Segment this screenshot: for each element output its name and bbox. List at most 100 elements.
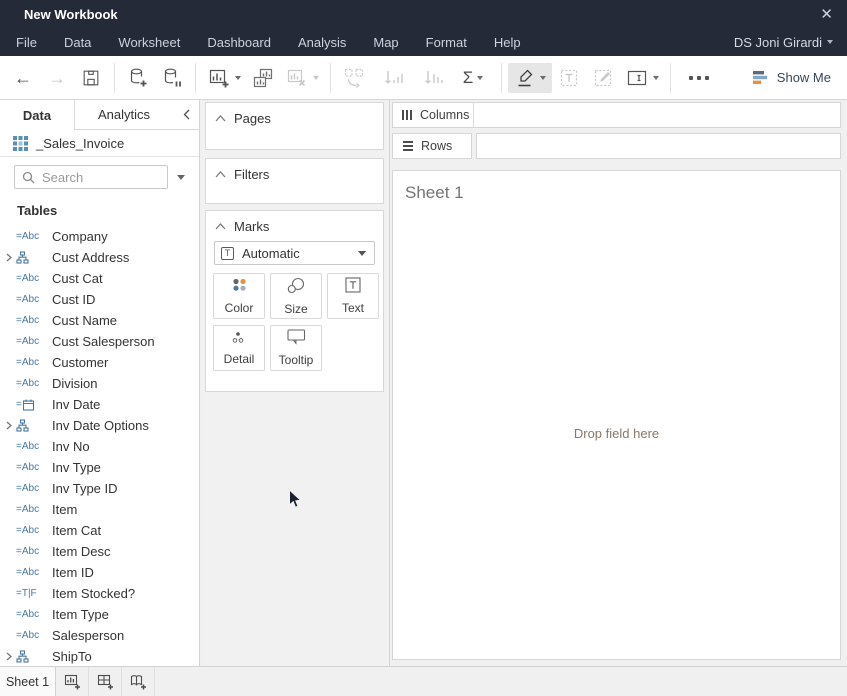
search-options-caret-icon[interactable] — [177, 175, 185, 180]
calc-string-icon: =Abc — [16, 294, 44, 305]
mark-type-dropdown[interactable]: T Automatic — [214, 241, 375, 265]
field-label: Company — [52, 229, 108, 244]
ellipsis-icon — [689, 76, 709, 80]
pause-updates-button[interactable] — [155, 63, 189, 93]
duplicate-button[interactable] — [246, 63, 280, 93]
field-cust-salesperson[interactable]: =AbcCust Salesperson — [0, 331, 199, 352]
more-options-button[interactable] — [677, 63, 721, 93]
totals-button[interactable]: Σ — [451, 63, 495, 93]
mark-button-label: Size — [284, 302, 307, 316]
rows-icon — [402, 141, 414, 152]
expand-arrow-icon[interactable] — [6, 421, 16, 430]
field-inv-no[interactable]: =AbcInv No — [0, 436, 199, 457]
show-me-button[interactable]: Show Me — [752, 70, 831, 85]
color-button[interactable]: Color — [213, 273, 265, 319]
field-label: Item Desc — [52, 544, 111, 559]
field-cust-address[interactable]: Cust Address — [0, 247, 199, 268]
menu-item-analysis[interactable]: Analysis — [298, 35, 346, 50]
field-cust-name[interactable]: =AbcCust Name — [0, 310, 199, 331]
field-item-cat[interactable]: =AbcItem Cat — [0, 520, 199, 541]
save-button[interactable] — [74, 63, 108, 93]
field-item-id[interactable]: =AbcItem ID — [0, 562, 199, 583]
undo-button[interactable]: ← — [6, 63, 40, 93]
field-label: Inv Date Options — [52, 418, 149, 433]
field-shipto[interactable]: ShipTo — [0, 646, 199, 666]
text-button[interactable]: Text — [327, 273, 379, 319]
field-salesperson[interactable]: =AbcSalesperson — [0, 625, 199, 646]
collapse-chevron-icon[interactable] — [215, 115, 226, 122]
new-datasource-button[interactable] — [121, 63, 155, 93]
mark-button-label: Color — [225, 301, 254, 315]
size-button[interactable]: Size — [270, 273, 322, 319]
field-item-type[interactable]: =AbcItem Type — [0, 604, 199, 625]
field-item[interactable]: =AbcItem — [0, 499, 199, 520]
menu-item-data[interactable]: Data — [64, 35, 91, 50]
field-item-desc[interactable]: =AbcItem Desc — [0, 541, 199, 562]
field-customer[interactable]: =AbcCustomer — [0, 352, 199, 373]
tab-analytics[interactable]: Analytics — [75, 100, 173, 129]
datasource-row[interactable]: _Sales_Invoice — [0, 130, 199, 157]
new-worksheet-icon — [207, 66, 231, 90]
menu-item-help[interactable]: Help — [494, 35, 521, 50]
close-icon[interactable]: ✕ — [820, 5, 833, 23]
field-label: Cust Address — [52, 250, 129, 265]
annotate-button[interactable] — [586, 63, 620, 93]
clear-sheet-button[interactable] — [280, 63, 324, 93]
collapse-chevron-icon[interactable] — [215, 223, 226, 230]
expand-arrow-icon[interactable] — [6, 253, 16, 262]
tableau-window: New Workbook ✕ File Data Worksheet Dashboar… — [0, 0, 847, 696]
sort-ascending-button[interactable] — [377, 63, 411, 93]
field-inv-date[interactable]: =Inv Date — [0, 394, 199, 415]
swap-rows-columns-button[interactable] — [337, 63, 371, 93]
highlight-button[interactable] — [508, 63, 552, 93]
collapse-pane-button[interactable] — [173, 100, 199, 129]
clear-sheet-icon — [285, 66, 309, 90]
menu-item-worksheet[interactable]: Worksheet — [118, 35, 180, 50]
new-worksheet-tab-button[interactable] — [56, 667, 89, 696]
field-cust-id[interactable]: =AbcCust ID — [0, 289, 199, 310]
field-inv-type[interactable]: =Abc Inv Type — [0, 457, 199, 478]
field-company[interactable]: =AbcCompany — [0, 226, 199, 247]
show-mark-labels-button[interactable] — [552, 63, 586, 93]
mark-button-label: Detail — [224, 352, 255, 366]
menu-item-dashboard[interactable]: Dashboard — [207, 35, 271, 50]
tooltip-button[interactable]: Tooltip — [270, 325, 322, 371]
new-worksheet-button[interactable] — [202, 63, 246, 93]
menu-item-format[interactable]: Format — [426, 35, 467, 50]
rows-shelf[interactable] — [476, 133, 841, 159]
field-division[interactable]: =AbcDivision — [0, 373, 199, 394]
highlighter-icon — [514, 67, 536, 89]
field-label: Item Cat — [52, 523, 101, 538]
new-dashboard-tab-button[interactable] — [89, 667, 122, 696]
redo-button[interactable]: → — [40, 63, 74, 93]
field-inv-type-id[interactable]: =AbcInv Type ID — [0, 478, 199, 499]
field-inv-date-options[interactable]: Inv Date Options — [0, 415, 199, 436]
workbook-title: New Workbook — [24, 7, 118, 22]
menu-item-file[interactable]: File — [16, 35, 37, 50]
account-menu[interactable]: DS Joni Girardi — [734, 35, 833, 50]
field-cust-cat[interactable]: =AbcCust Cat — [0, 268, 199, 289]
marks-card: Marks T Automatic ColorSizeTextDetailToo… — [205, 210, 384, 392]
account-name: DS Joni Girardi — [734, 35, 822, 50]
collapse-chevron-icon[interactable] — [215, 171, 226, 178]
rows-label: Rows — [421, 139, 452, 153]
search-box[interactable] — [14, 165, 168, 189]
calc-string-icon: =Abc — [16, 273, 44, 284]
tab-data[interactable]: Data — [0, 100, 75, 130]
menu-item-map[interactable]: Map — [373, 35, 398, 50]
new-story-tab-button[interactable] — [122, 667, 155, 696]
field-label: Inv Type — [52, 460, 101, 475]
search-input[interactable] — [42, 170, 152, 185]
detail-button[interactable]: Detail — [213, 325, 265, 371]
field-label: Inv Type ID — [52, 481, 118, 496]
columns-shelf[interactable]: Columns — [392, 102, 841, 128]
tab-sheet-1[interactable]: Sheet 1 — [0, 667, 56, 696]
sort-descending-button[interactable] — [417, 63, 451, 93]
calc-string-icon: =Abc — [16, 462, 44, 473]
sheet-canvas[interactable]: Sheet 1 Drop field here — [392, 170, 841, 660]
sheet-tabs-bar: Sheet 1 — [0, 666, 847, 696]
field-item-stocked[interactable]: =T|FItem Stocked? — [0, 583, 199, 604]
field-label: ShipTo — [52, 649, 92, 664]
fit-selector-button[interactable] — [620, 63, 664, 93]
expand-arrow-icon[interactable] — [6, 652, 16, 661]
